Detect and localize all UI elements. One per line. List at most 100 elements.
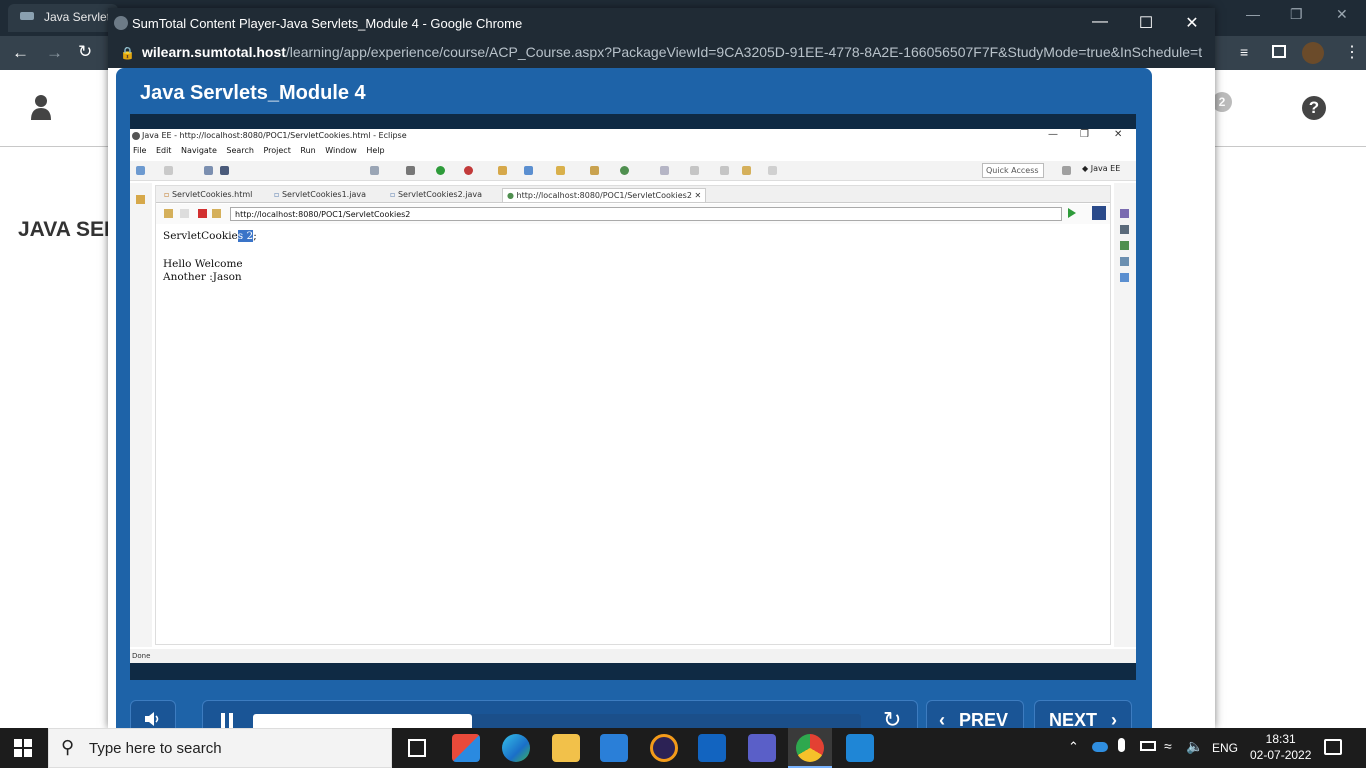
close-icon[interactable]: ✕ bbox=[1336, 6, 1348, 23]
prev-button[interactable]: ‹ PREV bbox=[926, 700, 1024, 728]
chevron-left-icon: ‹ bbox=[939, 710, 945, 728]
browser-menu-icon bbox=[1092, 206, 1106, 220]
search-tool-icon bbox=[590, 166, 599, 175]
player-controls: ↻ ‹ PREV NEXT › bbox=[130, 698, 1136, 728]
mail-icon[interactable] bbox=[600, 734, 628, 762]
eclipse-app-icon[interactable] bbox=[650, 734, 678, 762]
taskbar-search[interactable]: ⚲ Type here to search bbox=[48, 728, 392, 768]
tray-overflow-icon[interactable]: ⌃ bbox=[1068, 739, 1079, 755]
playback-bar: ↻ bbox=[202, 700, 918, 728]
right-trim bbox=[1114, 183, 1136, 647]
speaker-icon bbox=[145, 712, 159, 726]
teams-icon[interactable] bbox=[748, 734, 776, 762]
browser-url-field: http://localhost:8080/POC1/ServletCookie… bbox=[230, 207, 1062, 221]
content-line-3: Another :Jason bbox=[163, 271, 242, 283]
outline-icon bbox=[1120, 209, 1129, 218]
content-line-2: Hello Welcome bbox=[163, 257, 243, 270]
module-title: Java Servlets_Module 4 bbox=[140, 82, 366, 104]
search-placeholder: Type here to search bbox=[89, 740, 222, 757]
profile-avatar[interactable] bbox=[1302, 42, 1324, 64]
menu-run: Run bbox=[300, 146, 316, 155]
popup-url[interactable]: wilearn.sumtotal.host/learning/app/exper… bbox=[142, 44, 1202, 60]
problems-icon bbox=[1120, 273, 1129, 282]
lock-icon: 🔒 bbox=[120, 46, 135, 60]
battery-icon[interactable] bbox=[1140, 741, 1156, 751]
menu-help: Help bbox=[366, 146, 385, 155]
popup-address-bar[interactable]: 🔒 wilearn.sumtotal.host/learning/app/exp… bbox=[108, 38, 1215, 68]
popup-titlebar: SumTotal Content Player-Java Servlets_Mo… bbox=[108, 8, 1215, 38]
restore-icon[interactable]: ❐ bbox=[1290, 6, 1303, 23]
video-stage[interactable]: Java EE - http://localhost:8080/POC1/Ser… bbox=[130, 114, 1136, 680]
content-line-1: ServletCookies 2; bbox=[163, 230, 257, 242]
tool-icon bbox=[220, 166, 229, 175]
chevron-right-icon: › bbox=[1111, 710, 1117, 728]
pause-icon[interactable] bbox=[221, 713, 225, 728]
notification-badge[interactable]: 2 bbox=[1212, 92, 1232, 112]
user-icon[interactable] bbox=[30, 94, 52, 120]
reading-list-icon[interactable]: ≡ bbox=[1240, 44, 1248, 60]
onedrive-icon[interactable] bbox=[1092, 742, 1108, 752]
browser-stop-icon bbox=[198, 209, 207, 218]
open-type-icon bbox=[556, 166, 565, 175]
eclipse-menubar: File Edit Navigate Search Project Run Wi… bbox=[130, 146, 1136, 159]
chrome-icon[interactable] bbox=[796, 734, 824, 762]
editor-area: ▫ ServletCookies.html ▫ ServletCookies1.… bbox=[155, 185, 1111, 645]
progress-fill bbox=[253, 714, 472, 728]
system-clock[interactable]: 18:31 02-07-2022 bbox=[1250, 731, 1311, 763]
menu-edit: Edit bbox=[155, 146, 172, 155]
servers-icon bbox=[1120, 241, 1129, 250]
next-button[interactable]: NEXT › bbox=[1034, 700, 1132, 728]
browser-refresh-icon bbox=[212, 209, 221, 218]
microphone-icon[interactable] bbox=[1118, 738, 1125, 752]
file-explorer-icon[interactable] bbox=[552, 734, 580, 762]
new-class-icon bbox=[498, 166, 507, 175]
back-icon[interactable]: ← bbox=[12, 43, 29, 63]
notification-center-icon[interactable] bbox=[1324, 739, 1342, 755]
edge-icon[interactable] bbox=[502, 734, 530, 762]
help-icon[interactable]: ? bbox=[1302, 96, 1326, 120]
pause-icon-bar bbox=[229, 713, 233, 728]
clock-time: 18:31 bbox=[1265, 732, 1296, 746]
print-icon bbox=[204, 166, 213, 175]
reload-icon[interactable]: ↻ bbox=[78, 42, 92, 62]
minimize-icon[interactable]: — bbox=[1246, 6, 1260, 22]
eclipse-status-bar: Done bbox=[130, 649, 1136, 663]
eclipse-restore-icon: ❐ bbox=[1080, 129, 1089, 140]
package-icon bbox=[524, 166, 533, 175]
eclipse-minimize-icon: — bbox=[1048, 129, 1058, 140]
task-view-icon[interactable] bbox=[408, 739, 426, 757]
run-icon bbox=[436, 166, 445, 175]
console-icon bbox=[1120, 257, 1129, 266]
language-indicator[interactable]: ENG bbox=[1212, 741, 1238, 755]
globe-icon bbox=[620, 166, 629, 175]
volume-icon[interactable]: 🔈 bbox=[1186, 738, 1203, 755]
menu-kebab-icon[interactable]: ⋮ bbox=[1344, 42, 1360, 62]
browser-page-content: ServletCookies 2; Hello Welcome Another … bbox=[163, 230, 257, 285]
popup-maximize-icon[interactable]: ☐ bbox=[1134, 13, 1158, 33]
tab-servletcookies2-java: ▫ ServletCookies2.java bbox=[390, 190, 482, 199]
eclipse-window: Java EE - http://localhost:8080/POC1/Ser… bbox=[130, 129, 1136, 663]
wifi-icon[interactable]: ≈ bbox=[1164, 738, 1172, 754]
task-icon bbox=[1120, 225, 1129, 234]
course-player: Java Servlets_Module 4 Java EE - http://… bbox=[116, 68, 1152, 728]
page-heading: JAVA SER bbox=[18, 218, 120, 241]
replay-icon[interactable]: ↻ bbox=[883, 707, 901, 728]
side-panel-icon[interactable] bbox=[1272, 45, 1286, 58]
popup-minimize-icon[interactable]: — bbox=[1088, 13, 1112, 31]
microsoft-store-icon[interactable] bbox=[452, 734, 480, 762]
menu-file: File bbox=[133, 146, 147, 155]
eclipse-icon bbox=[132, 132, 140, 140]
menu-project: Project bbox=[263, 146, 291, 155]
outlook-icon[interactable] bbox=[698, 734, 726, 762]
open-perspective-icon bbox=[1062, 166, 1071, 175]
back-nav-icon bbox=[720, 166, 729, 175]
volume-button[interactable] bbox=[130, 700, 176, 728]
popup-close-icon[interactable]: ✕ bbox=[1180, 13, 1204, 33]
progress-track[interactable] bbox=[253, 714, 861, 728]
vscode-icon[interactable] bbox=[846, 734, 874, 762]
new-icon bbox=[136, 166, 145, 175]
windows-start-icon[interactable] bbox=[14, 739, 32, 757]
menu-navigate: Navigate bbox=[180, 146, 217, 155]
search-icon: ⚲ bbox=[61, 737, 75, 757]
forward-icon[interactable]: → bbox=[46, 43, 63, 63]
